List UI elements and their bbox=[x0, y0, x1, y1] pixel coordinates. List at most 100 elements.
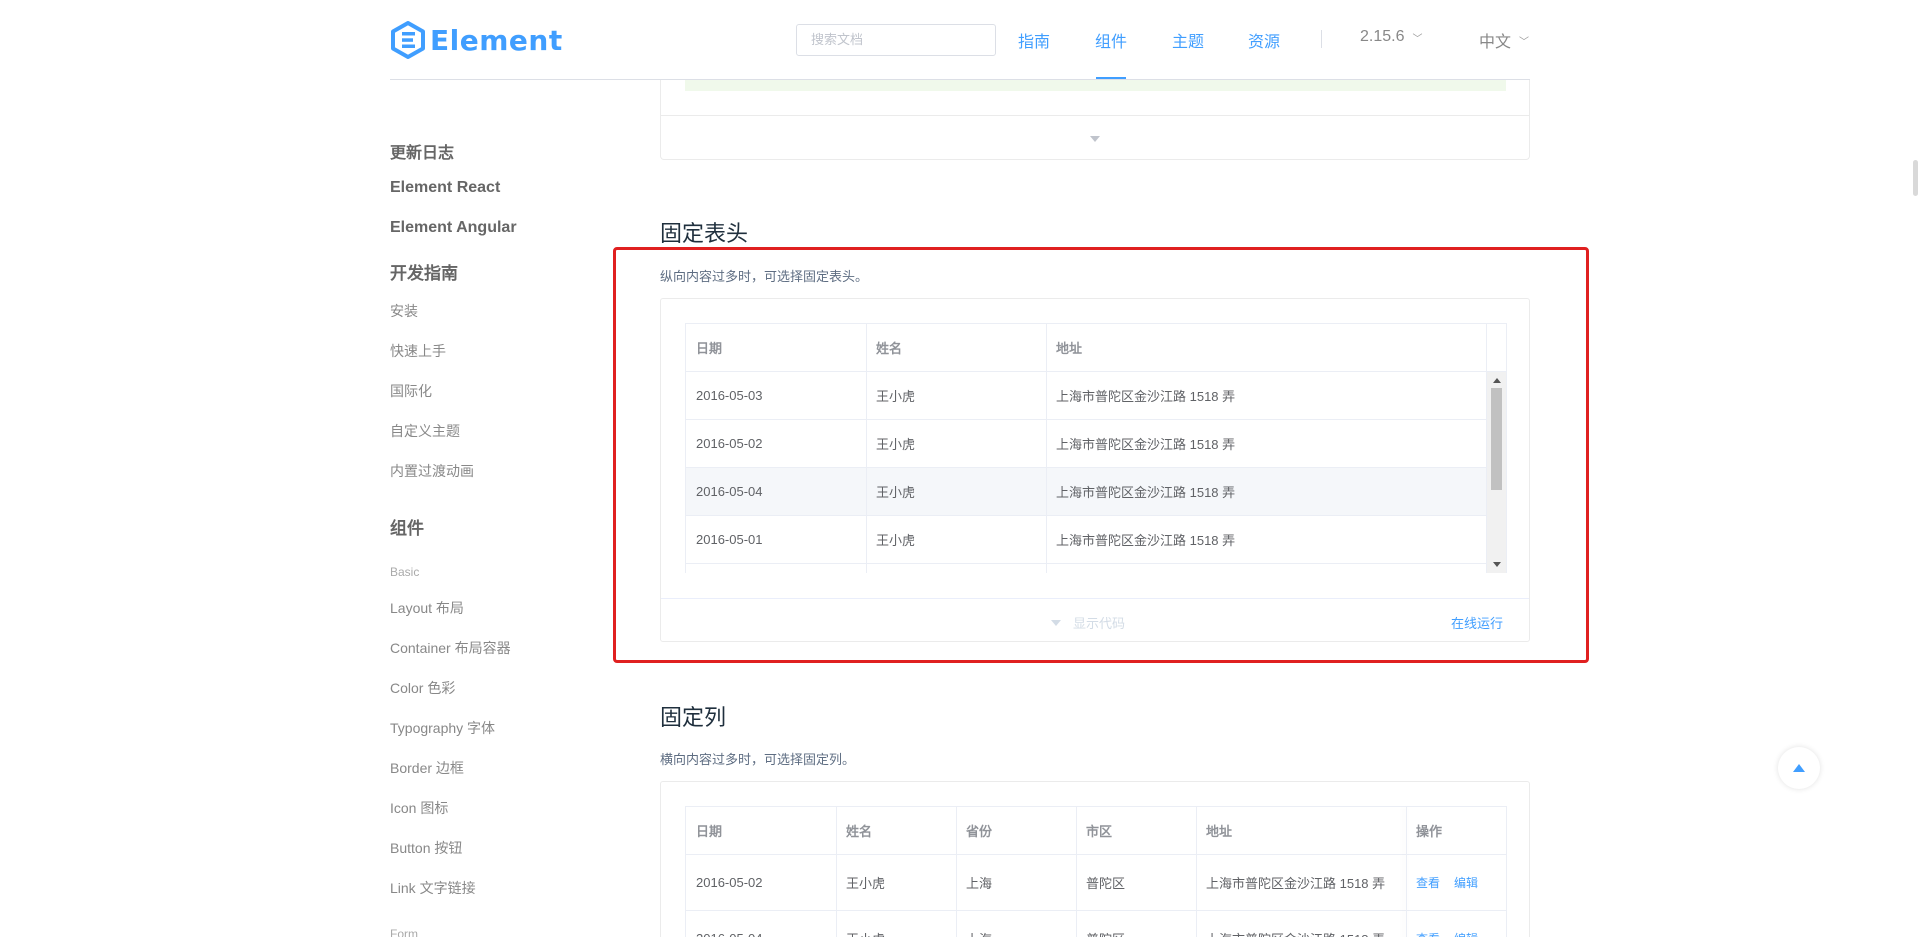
scroll-down-icon[interactable] bbox=[1493, 562, 1501, 567]
previous-demo-block bbox=[660, 80, 1530, 160]
cell-name: 王小虎 bbox=[876, 437, 916, 452]
page-scrollbar-thumb[interactable] bbox=[1913, 160, 1918, 196]
sidebar-item-element-react[interactable]: Element React bbox=[390, 179, 500, 197]
show-code-toggle[interactable]: 显示代码 bbox=[1051, 613, 1125, 632]
table-scrollbar[interactable] bbox=[1487, 372, 1506, 573]
column-header-address[interactable]: 地址 bbox=[1046, 324, 1486, 371]
column-header-address[interactable]: 地址 bbox=[1196, 807, 1406, 854]
cell-district: 普陀区 bbox=[1076, 911, 1196, 937]
sidebar-item-button[interactable]: Button 按钮 bbox=[390, 838, 462, 858]
language-label: 中文 bbox=[1479, 34, 1512, 51]
section-desc-fixed-header: 纵向内容过多时，可选择固定表头。 bbox=[660, 269, 869, 284]
cell-date: 2016-05-04 bbox=[686, 911, 836, 937]
section-desc-fixed-column: 横向内容过多时，可选择固定列。 bbox=[660, 752, 856, 767]
sidebar-item-border[interactable]: Border 边框 bbox=[390, 758, 464, 778]
section-title-fixed-header: 固定表头 bbox=[660, 221, 749, 246]
search-input[interactable]: 搜索文档 bbox=[796, 24, 996, 56]
back-to-top-button[interactable] bbox=[1778, 747, 1820, 789]
nav-theme[interactable]: 主题 bbox=[1172, 28, 1204, 52]
sidebar-item-element-angular[interactable]: Element Angular bbox=[390, 219, 517, 237]
column-header-district[interactable]: 市区 bbox=[1076, 807, 1196, 854]
demo-block-fixed-column: 日期 姓名 省份 市区 地址 操作 2016-05-02 王小虎 上海 普陀区 … bbox=[660, 781, 1530, 937]
demo-control-bar[interactable]: 显示代码 在线运行 bbox=[661, 598, 1529, 641]
language-dropdown[interactable]: 中文 ﹀ bbox=[1479, 28, 1529, 52]
column-header-date[interactable]: 日期 bbox=[686, 324, 866, 371]
version-label: 2.15.6 bbox=[1360, 28, 1405, 45]
top-header: Element 搜索文档 指南 组件 主题 资源 2.15.6 ﹀ 中文 ﹀ bbox=[0, 0, 1920, 80]
column-header-name[interactable]: 姓名 bbox=[836, 807, 956, 854]
sidebar-item-link[interactable]: Link 文字链接 bbox=[390, 878, 476, 898]
element-hexagon-icon bbox=[391, 21, 425, 59]
cell-address: 上海市普陀区金沙江路 1518 弄 bbox=[1056, 485, 1236, 500]
table-row-partial[interactable] bbox=[686, 564, 1486, 573]
column-divider bbox=[1046, 324, 1047, 573]
cell-name: 王小虎 bbox=[846, 876, 886, 891]
header-gutter bbox=[1486, 324, 1506, 372]
table-row-partial[interactable]: 2016-05-04 王小虎 上海 普陀区 上海市普陀区金沙江路 1518 弄 … bbox=[686, 911, 1506, 937]
run-online-button[interactable]: 在线运行 bbox=[1451, 613, 1503, 632]
element-logo[interactable]: Element bbox=[390, 20, 563, 60]
table-header-row: 日期 姓名 地址 bbox=[686, 324, 1486, 372]
sidebar-group-basic: Basic bbox=[390, 565, 420, 579]
sidebar-item-install[interactable]: 安装 bbox=[390, 301, 418, 321]
sidebar-item-typography[interactable]: Typography 字体 bbox=[390, 718, 495, 738]
sidebar-item-color[interactable]: Color 色彩 bbox=[390, 678, 455, 698]
sidebar-item-changelog[interactable]: 更新日志 bbox=[390, 139, 454, 163]
sidebar-item-container[interactable]: Container 布局容器 bbox=[390, 638, 511, 658]
cell-date: 2016-05-02 bbox=[696, 436, 763, 451]
table-row[interactable]: 2016-05-02 王小虎 上海市普陀区金沙江路 1518 弄 bbox=[686, 420, 1486, 468]
expand-caret-icon[interactable] bbox=[1090, 136, 1100, 142]
column-divider bbox=[1196, 807, 1197, 937]
column-header-actions[interactable]: 操作 bbox=[1406, 807, 1506, 854]
column-header-province[interactable]: 省份 bbox=[956, 807, 1076, 854]
cell-actions: 查看 编辑 bbox=[1406, 855, 1506, 910]
version-dropdown[interactable]: 2.15.6 ﹀ bbox=[1360, 28, 1422, 46]
cell-address: 上海市普陀区金沙江路 1518 弄 bbox=[1056, 533, 1236, 548]
demo-divider bbox=[660, 115, 1530, 116]
header-divider bbox=[390, 79, 1530, 80]
column-header-name[interactable]: 姓名 bbox=[866, 324, 1046, 371]
sidebar-item-transition[interactable]: 内置过渡动画 bbox=[390, 461, 474, 481]
sidebar-item-quickstart[interactable]: 快速上手 bbox=[390, 341, 446, 361]
cell-address: 上海市普陀区金沙江路 1518 弄 bbox=[1056, 437, 1236, 452]
view-link[interactable]: 查看 bbox=[1416, 874, 1440, 891]
cell-date: 2016-05-04 bbox=[696, 484, 763, 499]
sidebar-nav: 更新日志 Element React Element Angular 开发指南 … bbox=[390, 80, 610, 937]
nav-resource[interactable]: 资源 bbox=[1248, 28, 1280, 52]
sidebar-heading-dev-guide: 开发指南 bbox=[390, 264, 458, 283]
edit-link[interactable]: 编辑 bbox=[1454, 930, 1478, 937]
sidebar-group-form: Form bbox=[390, 927, 418, 937]
column-header-date[interactable]: 日期 bbox=[686, 807, 836, 854]
table-row[interactable]: 2016-05-01 王小虎 上海市普陀区金沙江路 1518 弄 bbox=[686, 516, 1486, 564]
cell-address: 上海市普陀区金沙江路 1518 弄 bbox=[1056, 389, 1236, 404]
sidebar-item-custom-theme[interactable]: 自定义主题 bbox=[390, 421, 460, 441]
edit-link[interactable]: 编辑 bbox=[1454, 874, 1478, 891]
table-row-hovered[interactable]: 2016-05-04 王小虎 上海市普陀区金沙江路 1518 弄 bbox=[686, 468, 1486, 516]
chevron-down-icon: ﹀ bbox=[1412, 33, 1423, 45]
view-link[interactable]: 查看 bbox=[1416, 930, 1440, 937]
sidebar-heading-components: 组件 bbox=[390, 519, 424, 538]
sidebar-item-layout[interactable]: Layout 布局 bbox=[390, 598, 464, 618]
logo-text: Element bbox=[430, 23, 563, 57]
caret-down-icon bbox=[1051, 619, 1061, 626]
fixed-column-table: 日期 姓名 省份 市区 地址 操作 2016-05-02 王小虎 上海 普陀区 … bbox=[685, 806, 1507, 937]
show-code-label: 显示代码 bbox=[1073, 616, 1126, 631]
cell-district: 普陀区 bbox=[1086, 876, 1126, 891]
scroll-up-icon[interactable] bbox=[1493, 378, 1501, 383]
nav-guide[interactable]: 指南 bbox=[1018, 28, 1050, 52]
nav-component[interactable]: 组件 bbox=[1095, 28, 1127, 52]
scrollbar-thumb[interactable] bbox=[1491, 388, 1502, 490]
demo-block-fixed-header: 日期 姓名 地址 2016-05-03 王小虎 上海市普陀区金沙江路 1518 … bbox=[660, 298, 1530, 642]
cell-name: 王小虎 bbox=[836, 911, 956, 937]
table-row[interactable]: 2016-05-02 王小虎 上海 普陀区 上海市普陀区金沙江路 1518 弄 … bbox=[686, 855, 1506, 911]
arrow-up-icon bbox=[1793, 764, 1805, 772]
cell-province: 上海 bbox=[956, 911, 1076, 937]
cell-actions: 查看 编辑 bbox=[1406, 911, 1506, 937]
cell-date: 2016-05-02 bbox=[696, 875, 763, 890]
sidebar-item-i18n[interactable]: 国际化 bbox=[390, 381, 432, 401]
nav-divider bbox=[1321, 30, 1322, 48]
table-row[interactable]: 2016-05-03 王小虎 上海市普陀区金沙江路 1518 弄 bbox=[686, 372, 1486, 420]
section-title-fixed-column: 固定列 bbox=[660, 705, 727, 730]
cell-date: 2016-05-01 bbox=[696, 532, 763, 547]
sidebar-item-icon[interactable]: Icon 图标 bbox=[390, 798, 448, 818]
